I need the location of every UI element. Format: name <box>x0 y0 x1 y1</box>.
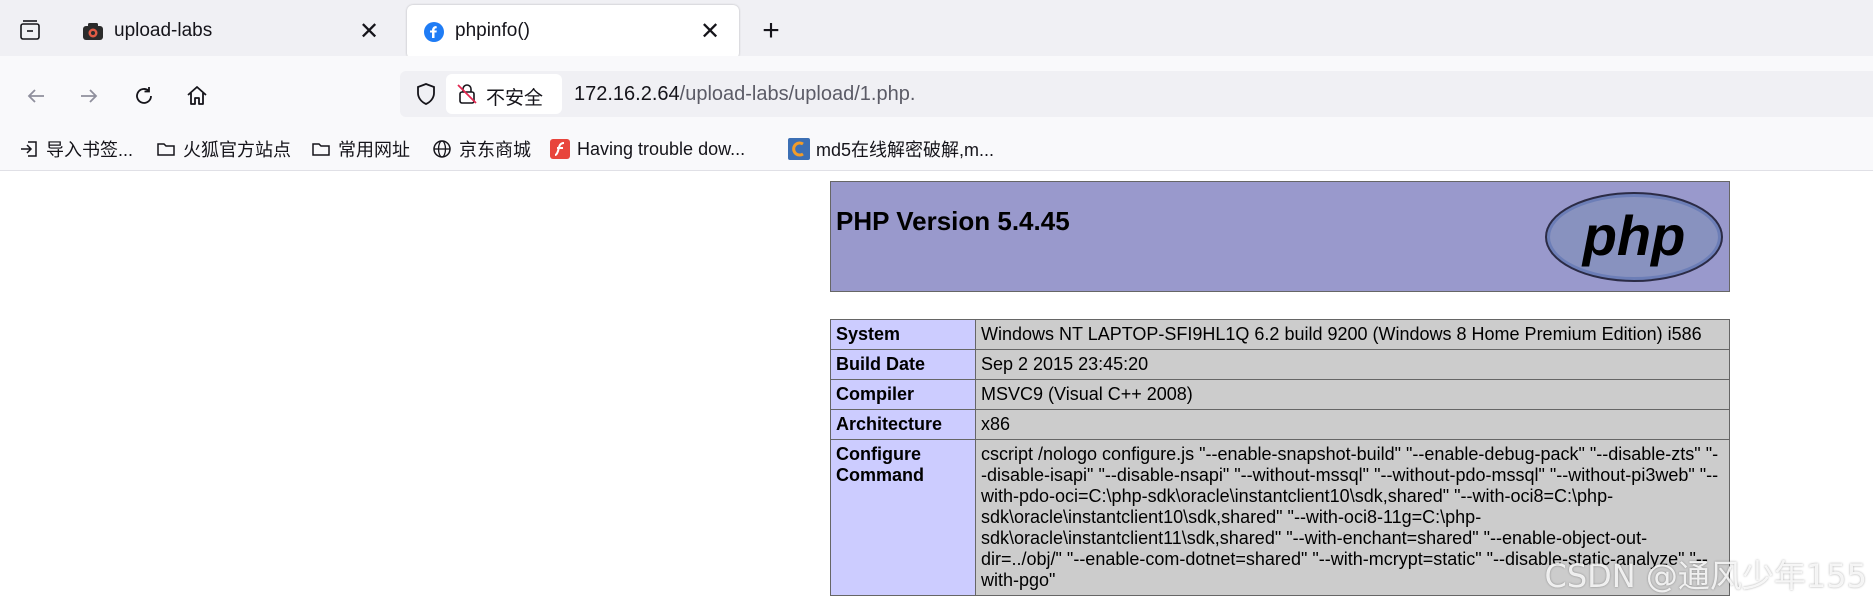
csdn-watermark: CSDN @通风少年155 <box>1544 557 1868 595</box>
flash-icon <box>549 138 571 160</box>
forward-button[interactable] <box>71 78 107 114</box>
reload-button[interactable] <box>126 78 162 114</box>
row-key: Architecture <box>830 409 976 440</box>
bookmarks-toolbar: 导入书签... 火狐官方站点 常用网址 京东商城 Having trouble … <box>0 128 1873 171</box>
bookmark-import[interactable]: 导入书签... <box>18 136 133 162</box>
row-value: Sep 2 2015 23:45:20 <box>975 349 1730 380</box>
bookmark-flash[interactable]: Having trouble dow... <box>549 136 745 162</box>
row-value: MSVC9 (Visual C++ 2008) <box>975 379 1730 410</box>
table-row: Build Date Sep 2 2015 23:45:20 <box>830 349 1730 380</box>
home-button[interactable] <box>179 78 215 114</box>
php-logo-text: php <box>1581 204 1686 267</box>
folder-icon <box>310 138 332 160</box>
bookmark-firefox-sites[interactable]: 火狐官方站点 <box>155 136 291 162</box>
folder-icon <box>155 138 177 160</box>
globe-icon <box>431 138 453 160</box>
php-logo[interactable]: php <box>1544 190 1724 284</box>
forward-arrow-icon <box>81 89 98 103</box>
tab-title: upload-labs <box>114 20 213 41</box>
url-path: /upload-labs/upload/1.php. <box>679 83 916 105</box>
url-host: 172.16.2.64 <box>574 83 680 105</box>
back-button[interactable] <box>18 78 54 114</box>
close-tab-icon[interactable]: ✕ <box>356 18 382 45</box>
table-row: System Windows NT LAPTOP-SFI9HL1Q 6.2 bu… <box>830 319 1730 350</box>
new-tab-button[interactable]: + <box>756 14 786 47</box>
table-row: Architecture x86 <box>830 409 1730 440</box>
tab-strip: upload-labs ✕ phpinfo() ✕ + <box>0 0 1873 59</box>
address-bar[interactable]: 不安全 172.16.2.64/upload-labs/upload/1.php… <box>400 71 1873 117</box>
bookmark-label: 常用网址 <box>338 140 410 160</box>
back-arrow-icon <box>27 89 44 103</box>
row-value: Windows NT LAPTOP-SFI9HL1Q 6.2 build 920… <box>975 319 1730 350</box>
page-title: PHP Version 5.4.45 <box>836 206 1070 236</box>
tab-list-icon <box>20 20 40 40</box>
import-icon <box>18 138 40 160</box>
page-content: PHP Version 5.4.45 php System Windows NT… <box>0 171 1873 603</box>
tracking-protection-shield-icon[interactable] <box>414 82 438 106</box>
navigation-toolbar: 不安全 172.16.2.64/upload-labs/upload/1.php… <box>0 56 1873 136</box>
php-version-header: PHP Version 5.4.45 php <box>830 181 1730 292</box>
home-icon <box>187 86 207 105</box>
cmd5-icon <box>788 138 810 160</box>
bookmark-label: md5在线解密破解,m... <box>816 140 995 160</box>
row-key: Build Date <box>830 349 976 380</box>
row-key: System <box>830 319 976 350</box>
row-value: x86 <box>975 409 1730 440</box>
table-row: Compiler MSVC9 (Visual C++ 2008) <box>830 379 1730 410</box>
row-key: Configure Command <box>830 439 976 596</box>
tab-list-button[interactable] <box>14 14 46 46</box>
bookmark-label: Having trouble dow... <box>577 138 746 159</box>
row-key: Compiler <box>830 379 976 410</box>
firefox-favicon-icon <box>424 22 444 42</box>
bookmark-jd[interactable]: 京东商城 <box>431 136 531 162</box>
tab-title: phpinfo() <box>455 20 530 41</box>
security-label: 不安全 <box>486 88 544 109</box>
url-text[interactable]: 172.16.2.64/upload-labs/upload/1.php. <box>574 83 915 106</box>
bookmark-label: 火狐官方站点 <box>183 140 291 160</box>
reload-icon <box>136 87 152 104</box>
insecure-lock-icon <box>457 84 477 104</box>
bookmark-common-sites[interactable]: 常用网址 <box>310 136 410 162</box>
bookmark-label: 导入书签... <box>46 140 134 160</box>
connection-insecure-indicator[interactable]: 不安全 <box>446 74 562 114</box>
close-tab-icon[interactable]: ✕ <box>697 18 723 45</box>
bookmark-label: 京东商城 <box>459 140 531 160</box>
tab-upload-labs[interactable]: upload-labs ✕ <box>66 5 398 59</box>
plus-icon: + <box>762 14 780 47</box>
tab-phpinfo[interactable]: phpinfo() ✕ <box>407 5 739 59</box>
camera-favicon-icon <box>83 23 103 40</box>
bookmark-md5[interactable]: md5在线解密破解,m... <box>788 136 994 162</box>
